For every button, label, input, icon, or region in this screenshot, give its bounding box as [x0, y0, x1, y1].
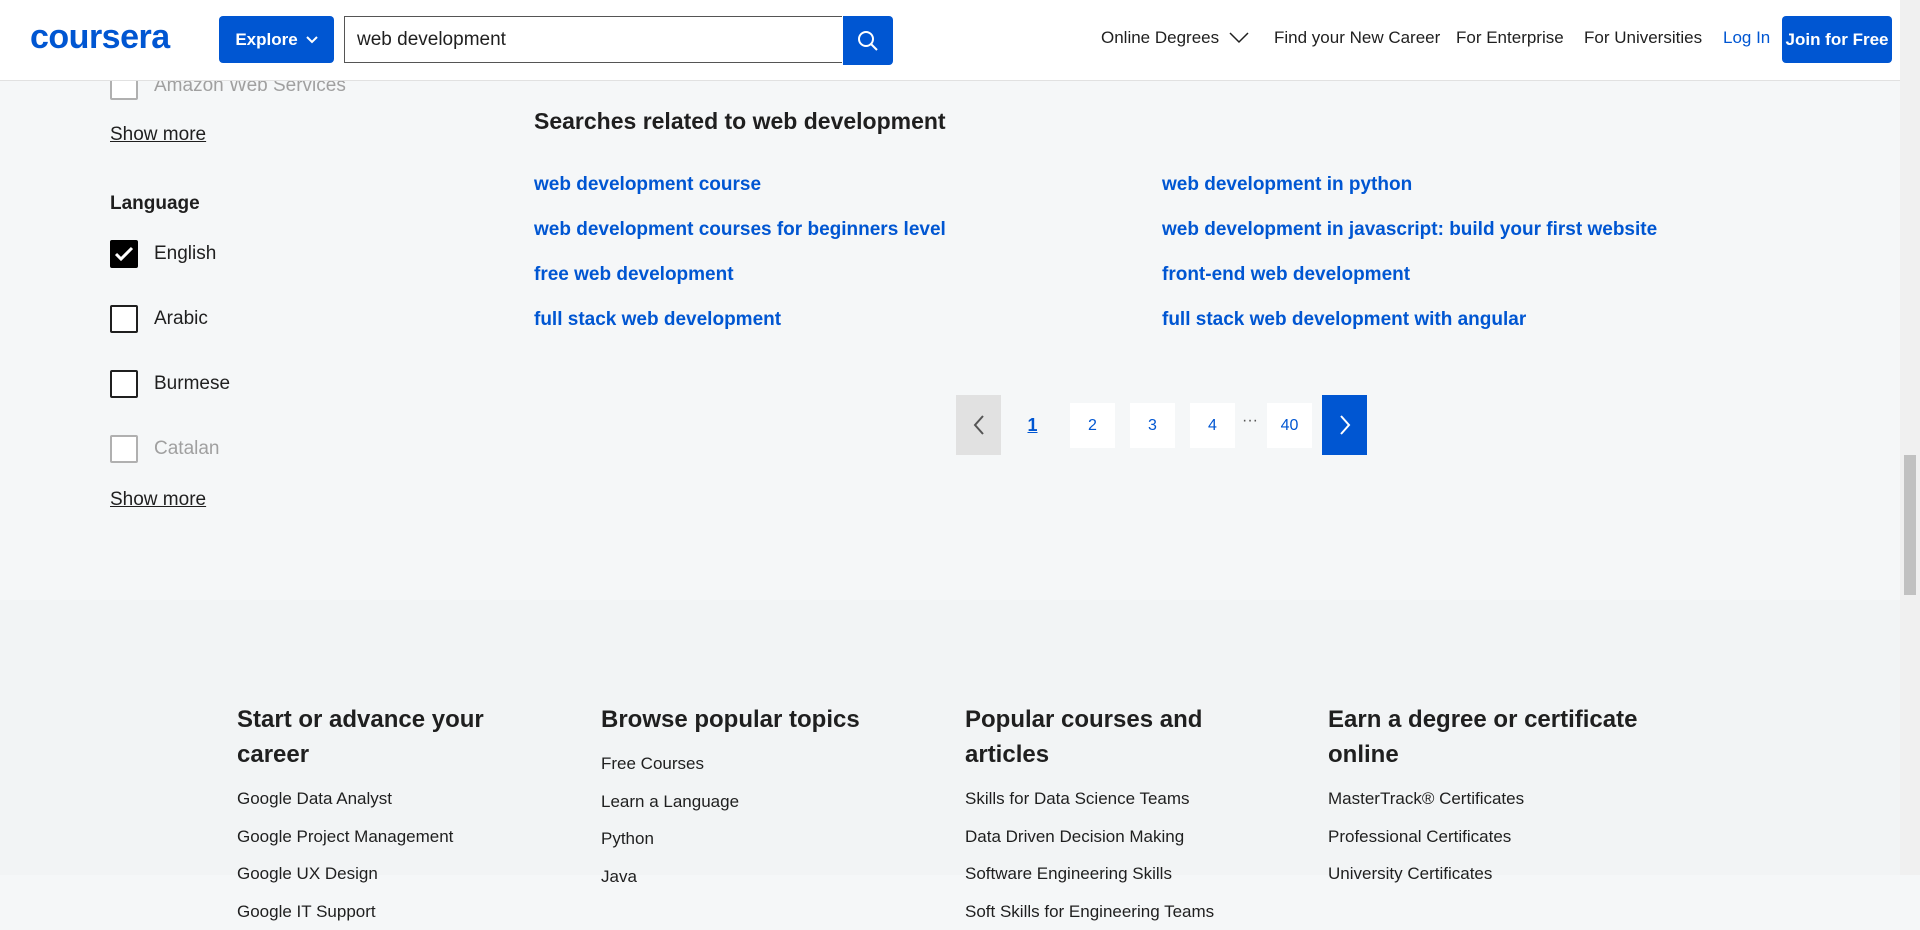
- footer-link[interactable]: Software Engineering Skills: [965, 855, 1275, 893]
- checkbox-label: Burmese: [154, 373, 230, 395]
- page-2-button[interactable]: 2: [1070, 403, 1115, 448]
- for-universities-link[interactable]: For Universities: [1584, 28, 1702, 48]
- page-4-button[interactable]: 4: [1190, 403, 1235, 448]
- related-search-link[interactable]: web development in javascript: build you…: [1162, 219, 1657, 241]
- footer-link[interactable]: Learn a Language: [601, 783, 911, 821]
- find-career-link[interactable]: Find your New Career: [1274, 28, 1440, 48]
- related-search-link[interactable]: front-end web development: [1162, 264, 1410, 286]
- page-40-button[interactable]: 40: [1267, 403, 1312, 448]
- related-search-link[interactable]: web development in python: [1162, 174, 1412, 196]
- coursera-logo[interactable]: coursera: [30, 18, 170, 57]
- related-search-link[interactable]: web development courses for beginners le…: [534, 219, 946, 241]
- join-for-free-button[interactable]: Join for Free: [1782, 16, 1892, 63]
- checkmark-icon: [114, 246, 134, 262]
- show-more-languages-link[interactable]: Show more: [110, 489, 206, 511]
- chevron-left-icon: [973, 415, 985, 435]
- chevron-down-icon: [306, 36, 318, 44]
- checkbox[interactable]: [110, 370, 138, 398]
- chevron-down-icon: [1229, 32, 1249, 44]
- footer-link[interactable]: Free Courses: [601, 745, 911, 783]
- footer-column-title: Popular courses and articles: [965, 702, 1275, 772]
- show-more-partners-link[interactable]: Show more: [110, 124, 206, 146]
- online-degrees-menu[interactable]: Online Degrees: [1101, 28, 1249, 48]
- checkbox-label: Catalan: [154, 438, 220, 460]
- footer-link[interactable]: Google Project Management: [237, 818, 547, 856]
- language-filter-heading: Language: [110, 193, 200, 215]
- checkbox-label: English: [154, 243, 216, 265]
- footer-column-topics: Browse popular topics Free Courses Learn…: [601, 702, 911, 895]
- footer-column-title: Browse popular topics: [601, 702, 911, 737]
- related-searches-title: Searches related to web development: [534, 108, 946, 135]
- checkbox-checked[interactable]: [110, 240, 138, 268]
- footer-column-career: Start or advance your career Google Data…: [237, 702, 547, 930]
- page-3-button[interactable]: 3: [1130, 403, 1175, 448]
- search-icon: [857, 30, 879, 52]
- footer-column-title: Earn a degree or certificate online: [1328, 702, 1638, 772]
- related-search-link[interactable]: full stack web development with angular: [1162, 309, 1526, 331]
- page-scrollbar[interactable]: [1900, 0, 1920, 875]
- explore-button[interactable]: Explore: [219, 16, 334, 63]
- footer-column-degrees: Earn a degree or certificate online Mast…: [1328, 702, 1638, 893]
- footer-link[interactable]: Data Driven Decision Making: [965, 818, 1275, 856]
- language-option-english[interactable]: English: [110, 240, 216, 268]
- next-page-button[interactable]: [1322, 395, 1367, 455]
- scrollbar-thumb[interactable]: [1904, 455, 1916, 595]
- online-degrees-label: Online Degrees: [1101, 28, 1219, 48]
- search-input[interactable]: [344, 16, 842, 63]
- language-option-burmese[interactable]: Burmese: [110, 370, 230, 398]
- for-enterprise-link[interactable]: For Enterprise: [1456, 28, 1564, 48]
- footer-link[interactable]: Java: [601, 858, 911, 896]
- chevron-right-icon: [1339, 415, 1351, 435]
- footer-link[interactable]: MasterTrack® Certificates: [1328, 780, 1638, 818]
- language-option-arabic[interactable]: Arabic: [110, 305, 208, 333]
- footer-link[interactable]: Google Data Analyst: [237, 780, 547, 818]
- footer-link[interactable]: Skills for Data Science Teams: [965, 780, 1275, 818]
- pagination-ellipsis: ···: [1242, 412, 1258, 430]
- previous-page-button[interactable]: [956, 395, 1001, 455]
- top-navigation: coursera Explore Online Degrees Find you…: [0, 0, 1900, 81]
- footer-link[interactable]: Google UX Design: [237, 855, 547, 893]
- footer-link[interactable]: Professional Certificates: [1328, 818, 1638, 856]
- search-button[interactable]: [843, 16, 893, 65]
- explore-label: Explore: [235, 30, 297, 50]
- footer-column-title: Start or advance your career: [237, 702, 547, 772]
- checkbox[interactable]: [110, 305, 138, 333]
- login-link[interactable]: Log In: [1723, 28, 1770, 48]
- related-search-link[interactable]: full stack web development: [534, 309, 781, 331]
- checkbox-label: Arabic: [154, 308, 208, 330]
- footer-link[interactable]: Google IT Support: [237, 893, 547, 930]
- related-search-link[interactable]: web development course: [534, 174, 761, 196]
- page-1-button[interactable]: 1: [1010, 403, 1055, 448]
- language-option-catalan[interactable]: Catalan: [110, 435, 220, 463]
- related-search-link[interactable]: free web development: [534, 264, 734, 286]
- footer-link[interactable]: University Certificates: [1328, 855, 1638, 893]
- footer-column-courses: Popular courses and articles Skills for …: [965, 702, 1275, 930]
- footer-link[interactable]: Soft Skills for Engineering Teams: [965, 893, 1275, 930]
- footer-link[interactable]: Python: [601, 820, 911, 858]
- checkbox[interactable]: [110, 435, 138, 463]
